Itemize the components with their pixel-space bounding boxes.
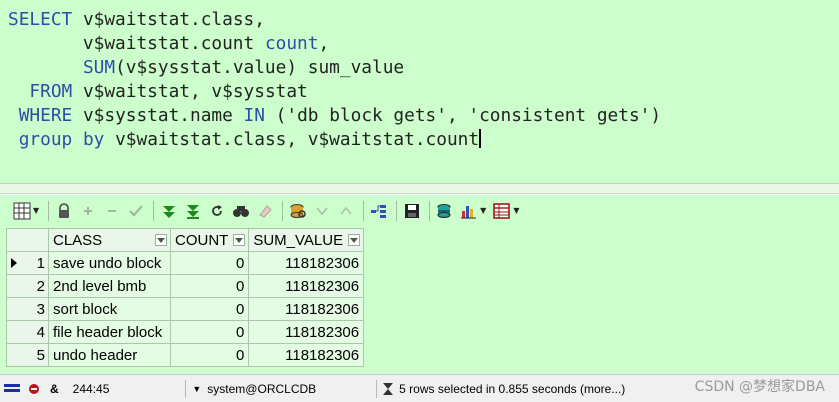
sql-line-4: v$waitstat, v$sysstat — [72, 81, 308, 102]
post-changes-icon[interactable] — [126, 201, 146, 221]
column-header-label: CLASS — [53, 231, 103, 249]
ampersand-icon: & — [50, 381, 59, 396]
query-by-example-icon[interactable] — [288, 201, 308, 221]
results-grid: CLASS COUNT SUM_VALUE 1 save undo block … — [6, 228, 365, 367]
cell-sum-value[interactable]: 118182306 — [248, 320, 365, 344]
editor-results-splitter[interactable] — [0, 184, 839, 194]
sql-line-5: v$sysstat.name — [72, 105, 244, 126]
table-row[interactable]: 2 2nd level bmb 0 118182306 — [6, 274, 365, 298]
cell-class[interactable]: sort block — [48, 297, 171, 321]
cell-count[interactable]: 0 — [169, 343, 250, 367]
cell-count[interactable]: 0 — [169, 251, 250, 275]
fetch-next-icon[interactable] — [159, 201, 179, 221]
toolbar-separator — [429, 200, 431, 221]
alias-count: count — [264, 33, 319, 54]
sql-line-2: v$waitstat.count — [8, 33, 265, 54]
watermark: CSDN @梦想家DBA — [694, 379, 825, 395]
keyword-where: WHERE — [18, 105, 73, 126]
cursor-position: 244:45 — [72, 381, 110, 396]
single-record-dropdown-icon[interactable]: ▼ — [513, 206, 519, 215]
column-dropdown-icon[interactable] — [155, 234, 167, 246]
toolbar-separator — [282, 200, 284, 221]
cell-count[interactable]: 0 — [169, 274, 250, 298]
table-row[interactable]: 3 sort block 0 118182306 — [6, 297, 365, 321]
row-number-label: 1 — [36, 254, 45, 272]
sql-editor[interactable]: SELECT v$waitstat.class, v$waitstat.coun… — [0, 0, 839, 184]
connection-dropdown-icon[interactable]: ▼ — [192, 375, 201, 402]
grid-header-row: CLASS COUNT SUM_VALUE — [6, 228, 365, 252]
grid-menu-icon[interactable] — [12, 201, 32, 221]
cell-sum-value[interactable]: 118182306 — [248, 274, 365, 298]
keyword-group-by: group by — [18, 129, 105, 150]
fetch-last-icon[interactable] — [183, 201, 203, 221]
previous-record-icon[interactable] — [336, 201, 356, 221]
clear-icon[interactable] — [255, 201, 275, 221]
status-divider — [185, 379, 187, 398]
keyword-select: SELECT — [8, 9, 73, 30]
row-number[interactable]: 5 — [6, 343, 49, 367]
status-divider — [376, 379, 378, 398]
cell-class[interactable]: save undo block — [48, 251, 171, 275]
results-toolbar: ▼ ▼ ▼ — [0, 195, 839, 226]
stop-icon[interactable] — [28, 375, 40, 402]
column-header-label: SUM_VALUE — [253, 231, 344, 249]
cell-count[interactable]: 0 — [169, 320, 250, 344]
next-record-icon[interactable] — [312, 201, 332, 221]
column-header-label: COUNT — [175, 231, 229, 249]
cell-sum-value[interactable]: 118182306 — [248, 297, 365, 321]
chart-icon[interactable] — [459, 201, 479, 221]
column-dropdown-icon[interactable] — [233, 234, 246, 246]
single-record-view-icon[interactable] — [492, 201, 512, 221]
save-icon[interactable] — [402, 201, 422, 221]
row-number[interactable]: 2 — [6, 274, 49, 298]
sql-line-2-end: , — [318, 33, 330, 54]
editor-mode-icon — [0, 375, 22, 402]
toolbar-separator — [396, 200, 398, 221]
sql-line-1: v$waitstat.class, — [72, 9, 265, 30]
lock-icon[interactable] — [54, 201, 74, 221]
column-header-class[interactable]: CLASS — [48, 228, 171, 252]
add-record-icon[interactable] — [78, 201, 98, 221]
sql-line-5-rest: ('db block gets', 'consistent gets') — [264, 105, 662, 126]
keyword-sum: SUM — [82, 57, 116, 78]
keyword-from: FROM — [29, 81, 73, 102]
table-row[interactable]: 4 file header block 0 118182306 — [6, 320, 365, 344]
toolbar-separator — [48, 200, 50, 221]
sql-text[interactable]: SELECT v$waitstat.class, v$waitstat.coun… — [8, 8, 661, 152]
hourglass-icon — [383, 375, 394, 402]
chart-dropdown-icon[interactable]: ▼ — [480, 206, 486, 215]
sql-line-6: v$waitstat.class, v$waitstat.count — [104, 129, 480, 150]
column-header-count[interactable]: COUNT — [169, 228, 250, 252]
toolbar-separator — [153, 200, 155, 221]
current-row-indicator-icon — [11, 258, 17, 268]
table-row[interactable]: 5 undo header 0 118182306 — [6, 343, 365, 367]
delete-record-icon[interactable] — [102, 201, 122, 221]
column-dropdown-icon[interactable] — [348, 234, 361, 246]
export-icon[interactable] — [435, 201, 455, 221]
column-header-sum-value[interactable]: SUM_VALUE — [248, 228, 365, 252]
refresh-icon[interactable] — [207, 201, 227, 221]
status-message[interactable]: 5 rows selected in 0.855 seconds (more..… — [399, 375, 625, 402]
row-number-header[interactable] — [6, 228, 49, 252]
row-number[interactable]: 1 — [6, 251, 49, 275]
cell-count[interactable]: 0 — [169, 297, 250, 321]
sql-line-3: (v$sysstat.value) sum_value — [115, 57, 405, 78]
cell-sum-value[interactable]: 118182306 — [248, 251, 365, 275]
cell-class[interactable]: file header block — [48, 320, 171, 344]
cell-sum-value[interactable]: 118182306 — [248, 343, 365, 367]
explain-plan-icon[interactable] — [369, 201, 389, 221]
cell-class[interactable]: 2nd level bmb — [48, 274, 171, 298]
grid-menu-dropdown-icon[interactable]: ▼ — [33, 206, 39, 215]
table-row[interactable]: 1 save undo block 0 118182306 — [6, 251, 365, 275]
cell-class[interactable]: undo header — [48, 343, 171, 367]
row-number[interactable]: 3 — [6, 297, 49, 321]
row-number[interactable]: 4 — [6, 320, 49, 344]
find-icon[interactable] — [231, 201, 251, 221]
connection-label[interactable]: system@ORCLCDB — [207, 375, 316, 402]
keyword-in: IN — [243, 105, 265, 126]
results-panel: CLASS COUNT SUM_VALUE 1 save undo block … — [0, 226, 839, 374]
text-cursor — [479, 129, 482, 148]
toolbar-separator — [363, 200, 365, 221]
